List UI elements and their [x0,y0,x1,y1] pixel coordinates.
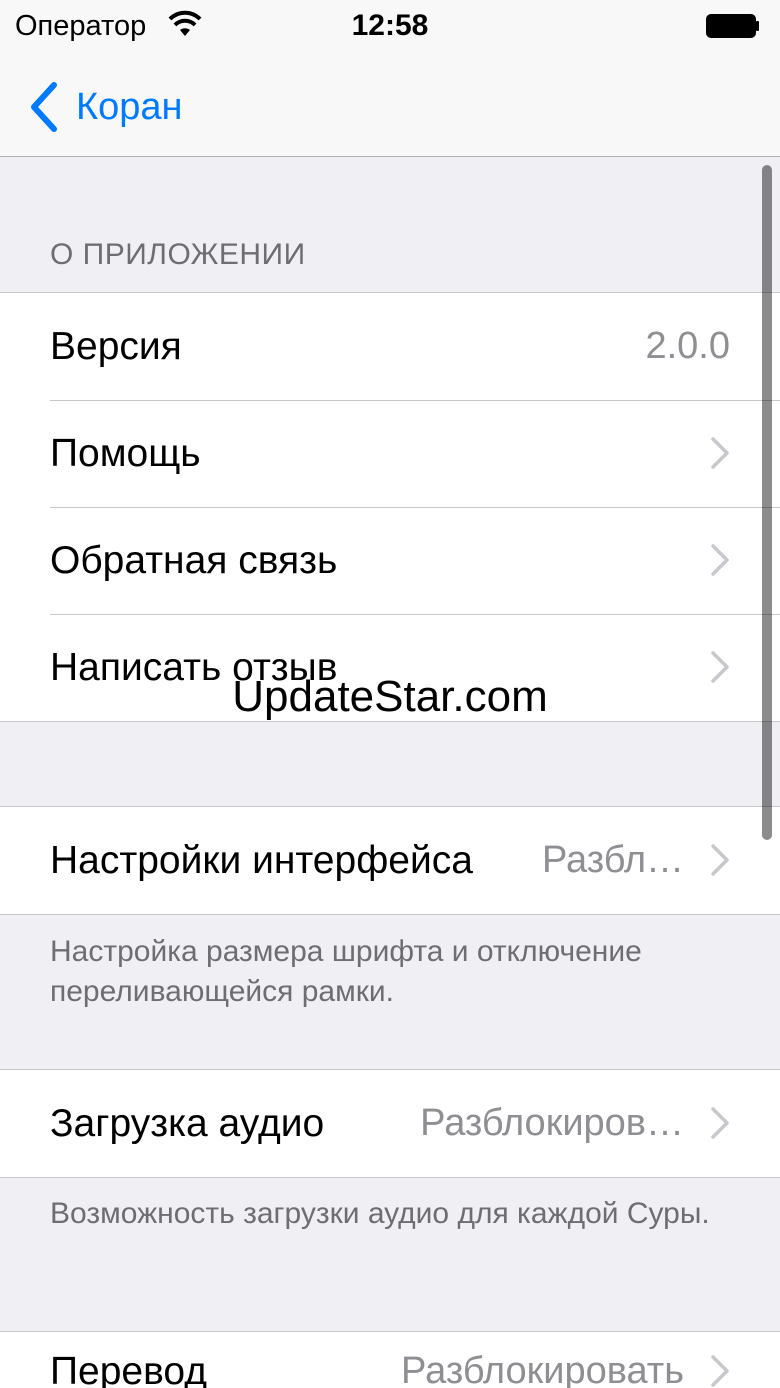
about-group: Версия 2.0.0 Помощь Обратная связь Напис… [0,292,780,722]
interface-group: Настройки интерфейса Разбл… [0,806,780,915]
status-bar: Оператор 12:58 [0,0,780,52]
row-translation[interactable]: Перевод Разблокировать [0,1331,780,1388]
chevron-right-icon [710,1354,730,1388]
row-label: Настройки интерфейса [50,839,473,883]
row-label: Обратная связь [50,539,337,583]
audio-group: Загрузка аудио Разблокиров… [0,1069,780,1178]
row-help[interactable]: Помощь [0,400,780,507]
row-label: Версия [50,325,182,369]
status-time: 12:58 [0,9,780,43]
audio-footer: Возможность загрузки аудио для каждой Су… [50,1194,730,1234]
translation-status: Разблокировать [401,1350,684,1388]
section-header-about: О ПРИЛОЖЕНИИ [50,238,306,272]
row-label: Перевод [50,1350,207,1388]
navigation-bar: Коран [0,52,780,157]
row-label: Помощь [50,432,201,476]
row-audio-download[interactable]: Загрузка аудио Разблокиров… [0,1070,780,1177]
row-version: Версия 2.0.0 [0,293,780,400]
interface-footer: Настройка размера шрифта и отключение пе… [50,932,730,1012]
row-label: Загрузка аудио [50,1102,324,1146]
battery-icon [706,14,760,38]
interface-status: Разбл… [542,839,684,882]
audio-status: Разблокиров… [420,1102,684,1145]
chevron-right-icon [710,843,730,877]
chevron-right-icon [710,436,730,470]
watermark-text: UpdateStar.com [0,672,780,722]
back-label: Коран [76,86,183,129]
chevron-right-icon [710,543,730,577]
translation-group: Перевод Разблокировать [0,1331,780,1388]
chevron-right-icon [710,1106,730,1140]
chevron-left-icon [26,81,64,133]
row-interface-settings[interactable]: Настройки интерфейса Разбл… [0,807,780,914]
row-feedback[interactable]: Обратная связь [0,507,780,614]
scroll-indicator[interactable] [762,165,772,840]
back-button[interactable]: Коран [26,79,183,135]
version-value: 2.0.0 [645,325,730,368]
